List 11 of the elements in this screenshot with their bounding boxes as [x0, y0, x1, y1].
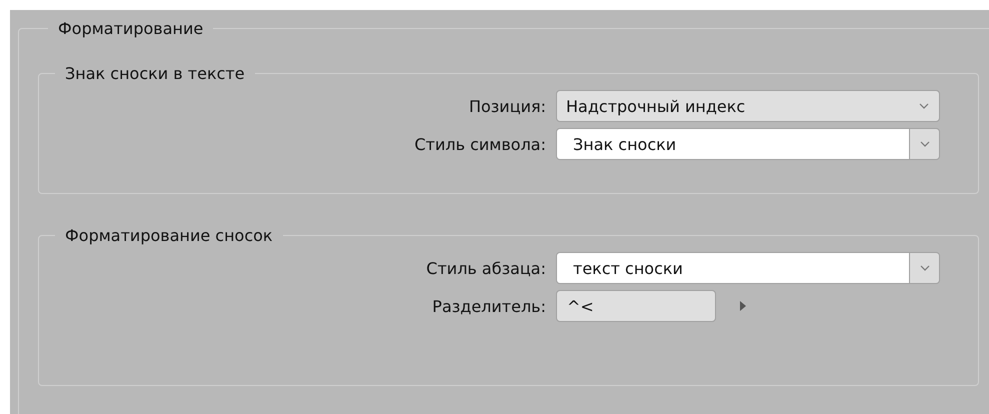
field-label: Позиция: — [468, 96, 547, 116]
group-title: Форматирование сносок — [64, 226, 274, 245]
field-label: Разделитель: — [431, 296, 547, 316]
input-field[interactable]: ^< — [556, 290, 716, 322]
triangle-right-icon[interactable] — [740, 301, 746, 311]
chevron-down-icon — [919, 103, 929, 109]
panel-title: Форматирование — [57, 19, 204, 38]
field-label: Стиль абзаца: — [425, 258, 547, 278]
group-title: Знак сноски в тексте — [64, 64, 246, 83]
field-label: Стиль символа: — [413, 134, 547, 154]
dropdown[interactable]: Надстрочный индекс — [556, 90, 940, 122]
